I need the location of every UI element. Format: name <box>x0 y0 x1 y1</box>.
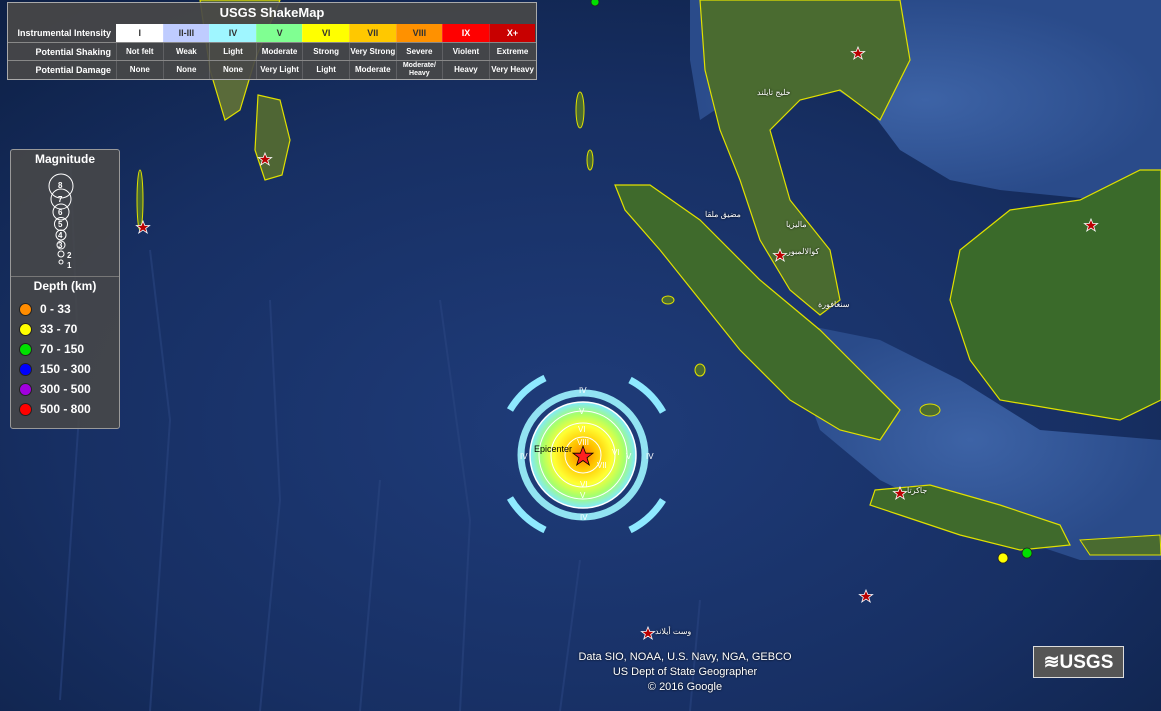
depth-label: 150 - 300 <box>40 362 91 376</box>
depth-dot-icon <box>19 382 32 396</box>
intensity-cell: V <box>255 24 303 42</box>
depth-item: 0 - 33 <box>19 301 71 317</box>
mag-label-1: 1 <box>67 261 72 270</box>
damage-cell: None <box>209 61 256 79</box>
mag-circle-1 <box>58 259 64 265</box>
attribution-copyright: © 2016 Google <box>647 681 723 693</box>
damage-cell: Moderate/ Heavy <box>395 61 443 79</box>
shaking-cell: Violent <box>442 43 489 61</box>
contour-label-iv: IV <box>579 386 587 395</box>
depth-dot-icon <box>19 362 32 376</box>
depth-label: 0 - 33 <box>40 302 71 316</box>
contour-label-v-east: V <box>626 452 632 461</box>
intensity-table-title: USGS ShakeMap <box>219 5 325 20</box>
depth-item: 150 - 300 <box>19 361 91 377</box>
quake-dot-33-70[interactable] <box>997 552 1009 564</box>
epicenter-label: Epicenter <box>534 444 572 454</box>
intensity-cell: I <box>116 24 163 42</box>
magnitude-circles: 8 7 6 5 4 3 2 1 <box>48 173 74 270</box>
depth-label: 500 - 800 <box>40 402 91 416</box>
shaking-cell: Severe <box>395 43 443 61</box>
depth-label: 300 - 500 <box>40 382 91 396</box>
intensity-cell: II-III <box>162 24 210 42</box>
place-label-gulf: خليج تايلند <box>757 88 791 97</box>
mag-label-3: 3 <box>58 241 63 250</box>
mag-label-5: 5 <box>58 220 63 229</box>
mag-circle-2 <box>57 250 65 258</box>
quake-dot-70-150[interactable] <box>1021 547 1033 559</box>
damage-cell: Very Light <box>255 61 303 79</box>
contour-label-iv-south: IV <box>580 513 588 522</box>
mag-label-4: 4 <box>58 231 63 240</box>
mag-label-6: 6 <box>58 208 63 217</box>
place-label-singapore: سنغافورة <box>818 300 850 309</box>
shaking-cell: Strong <box>302 43 349 61</box>
place-label-kl: كوالالمبور <box>787 247 820 256</box>
damage-cell: Very Heavy <box>488 61 536 79</box>
row-label-instrumental: Instrumental Intensity <box>17 28 111 38</box>
contour-label-vii: VII <box>597 461 607 470</box>
shaking-cell: Very Strong <box>348 43 396 61</box>
intensity-scale-legend: USGS ShakeMap Instrumental Intensity I I… <box>7 2 537 80</box>
depth-dot-icon <box>19 302 32 316</box>
contour-label-vi-east: VI <box>612 448 620 457</box>
damage-cell: Moderate <box>348 61 396 79</box>
contour-label-iv-west: IV <box>520 452 528 461</box>
mag-label-8: 8 <box>58 181 63 190</box>
quake-dot-north[interactable] <box>590 0 600 7</box>
depth-item: 500 - 800 <box>19 401 91 417</box>
place-label-strait: مضيق ملقا <box>705 210 741 219</box>
map-attribution: Data SIO, NOAA, U.S. Navy, NGA, GEBCO US… <box>540 650 830 695</box>
place-label-malaysia: ماليزيا <box>786 220 807 229</box>
attribution-geographer: US Dept of State Geographer <box>612 666 758 678</box>
contour-label-v: V <box>579 407 585 416</box>
contour-label-vi-south: VI <box>580 480 588 489</box>
place-label-jakarta: جاكرتا <box>907 486 928 495</box>
magnitude-depth-legend: Magnitude 8 7 6 5 4 3 2 1 Depth (km) 0 -… <box>10 149 120 429</box>
intensity-cell: IV <box>209 24 256 42</box>
depth-item: 300 - 500 <box>19 381 91 397</box>
intensity-cell: VII <box>348 24 396 42</box>
instrumental-intensity-row: Instrumental Intensity I II-III IV V VI … <box>8 24 536 42</box>
potential-damage-row: Potential Damage None None None Very Lig… <box>8 60 536 79</box>
depth-item: 70 - 150 <box>19 341 84 357</box>
place-label-christmas: وست أيلاند <box>655 627 692 636</box>
intensity-cell: X+ <box>488 24 536 42</box>
row-label-damage: Potential Damage <box>35 65 111 75</box>
intensity-cell: VI <box>302 24 349 42</box>
contour-label-viii: VIII <box>577 438 589 447</box>
depth-label: 70 - 150 <box>40 342 85 356</box>
contour-label-iv-east: IV <box>646 452 654 461</box>
intensity-cell: IX <box>442 24 489 42</box>
contour-label-v-south: V <box>580 491 586 500</box>
damage-cell: Heavy <box>442 61 489 79</box>
depth-item: 33 - 70 <box>19 321 77 337</box>
satellite-map[interactable]: Epicenter VIII VII VI V IV IV IV IV VI V… <box>0 0 1161 711</box>
mag-label-2: 2 <box>67 251 72 260</box>
shaking-cell: Moderate <box>255 43 303 61</box>
damage-cell: Light <box>302 61 349 79</box>
attribution-data-sources: Data SIO, NOAA, U.S. Navy, NGA, GEBCO <box>578 651 792 663</box>
usgs-logo[interactable]: ≋USGS <box>1033 646 1124 678</box>
shaking-cell: Not felt <box>116 43 163 61</box>
shaking-cell: Extreme <box>488 43 536 61</box>
intensity-cell: VIII <box>395 24 443 42</box>
depth-legend-title: Depth (km) <box>11 276 119 293</box>
depth-dot-icon <box>19 342 32 356</box>
depth-label: 33 - 70 <box>40 322 78 336</box>
contour-label-vi: VI <box>578 425 586 434</box>
depth-dot-icon <box>19 322 32 336</box>
depth-dot-icon <box>19 402 32 416</box>
row-label-shaking: Potential Shaking <box>35 47 111 57</box>
magnitude-legend-title: Magnitude <box>35 152 95 166</box>
shaking-cell: Weak <box>162 43 210 61</box>
shaking-cell: Light <box>209 43 256 61</box>
mag-label-7: 7 <box>58 195 63 204</box>
potential-shaking-row: Potential Shaking Not felt Weak Light Mo… <box>8 42 536 61</box>
damage-cell: None <box>116 61 163 79</box>
damage-cell: None <box>162 61 210 79</box>
